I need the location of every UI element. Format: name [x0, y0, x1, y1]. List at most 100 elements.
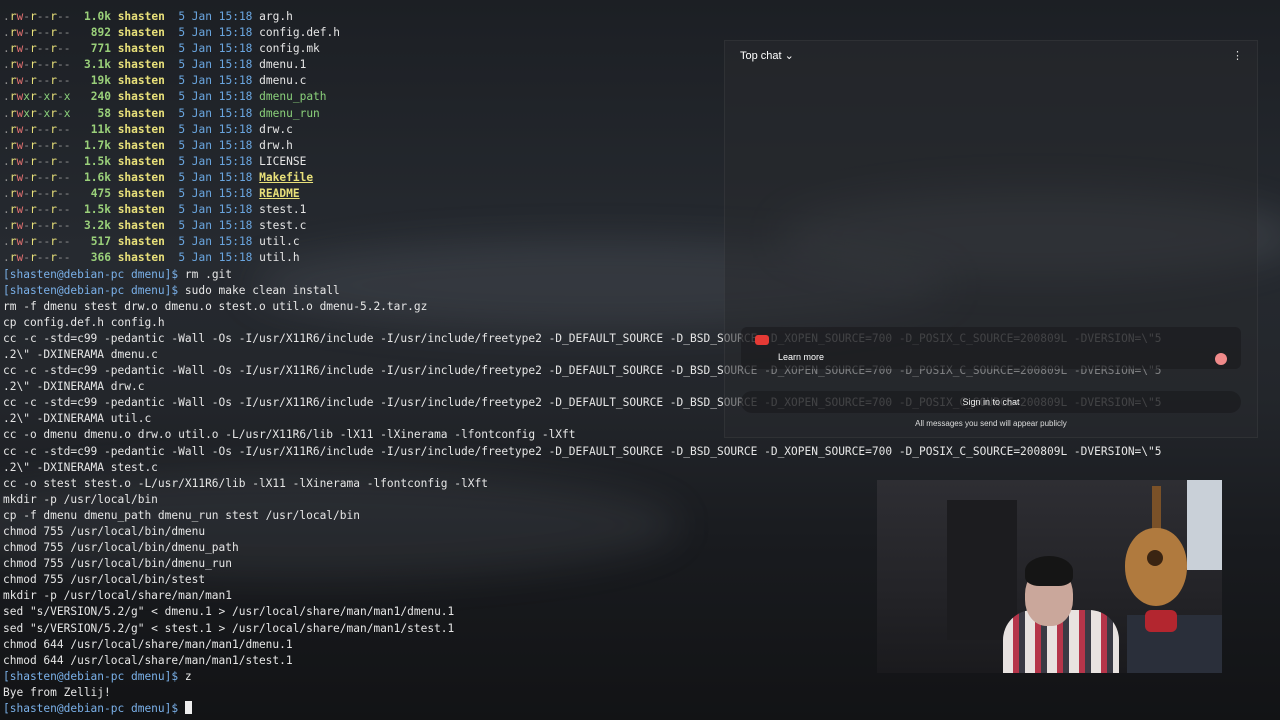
output-text: .2\" -DXINERAMA stest.c — [3, 460, 158, 474]
output-text: cc -c -std=c99 -pedantic -Wall -Os -I/us… — [3, 444, 1162, 458]
file-size: 19k — [77, 74, 111, 88]
file-size: 517 — [77, 235, 111, 249]
file-date: 5 Jan 15:18 — [171, 251, 253, 265]
output-text: cc -o dmenu dmenu.o drw.o util.o -L/usr/… — [3, 428, 576, 442]
file-name: stest.c — [259, 219, 307, 233]
file-name: util.h — [259, 251, 300, 265]
file-size: 475 — [77, 187, 111, 201]
file-name: README — [259, 187, 300, 201]
webcam-window — [1187, 480, 1222, 570]
file-size: 1.0k — [77, 10, 111, 23]
file-size: 11k — [77, 122, 111, 136]
file-date: 5 Jan 15:18 — [171, 90, 253, 104]
webcam-clutter-red — [1145, 610, 1177, 632]
listing-perm: .rw-r--r-- — [3, 26, 71, 40]
file-owner: shasten — [117, 122, 165, 136]
more-vert-icon[interactable]: ⋮ — [1232, 49, 1243, 62]
file-size: 1.5k — [77, 203, 111, 217]
public-notice: All messages you send will appear public… — [915, 419, 1067, 428]
file-owner: shasten — [117, 187, 165, 201]
file-owner: shasten — [117, 219, 165, 233]
output-text: chmod 755 /usr/local/bin/dmenu_path — [3, 541, 239, 555]
file-owner: shasten — [117, 203, 165, 217]
person-beanie — [1025, 556, 1073, 586]
output-text: mkdir -p /usr/local/bin — [3, 492, 158, 506]
guitar — [1125, 528, 1187, 606]
file-size: 1.7k — [77, 138, 111, 152]
file-name: drw.h — [259, 138, 293, 152]
output-text: rm -f dmenu stest drw.o dmenu.o stest.o … — [3, 299, 428, 313]
listing-perm: .rw-r--r-- — [3, 203, 71, 217]
output-text: sed "s/VERSION/5.2/g" < stest.1 > /usr/l… — [3, 621, 455, 635]
learn-more-link[interactable]: Learn more — [778, 352, 824, 362]
listing-perm: .rw-r--r-- — [3, 219, 71, 233]
command-text: z — [184, 669, 192, 683]
file-owner: shasten — [117, 90, 165, 104]
file-name: config.def.h — [259, 26, 340, 40]
file-owner: shasten — [117, 138, 165, 152]
listing-row: .rw-r--r-- 892 shasten 5 Jan 15:18 confi… — [3, 25, 1278, 41]
output-text: chmod 755 /usr/local/bin/dmenu — [3, 525, 206, 538]
file-size: 58 — [77, 106, 111, 120]
chat-notice: Learn more — [741, 327, 1241, 369]
file-owner: shasten — [117, 106, 165, 120]
file-date: 5 Jan 15:18 — [171, 170, 253, 184]
listing-perm: .rw-r--r-- — [3, 10, 71, 23]
sign-in-to-chat-button[interactable]: Sign in to chat — [741, 391, 1241, 413]
listing-perm: .rw-r--r-- — [3, 74, 71, 88]
command-text: sudo make clean install — [184, 283, 340, 297]
output-text: cp config.def.h config.h — [3, 315, 165, 329]
output-text: cc -o stest stest.o -L/usr/X11R6/lib -lX… — [3, 476, 488, 490]
listing-perm: .rwxr-xr-x — [3, 106, 71, 120]
file-name: LICENSE — [259, 154, 307, 168]
file-date: 5 Jan 15:18 — [171, 74, 253, 88]
file-name: stest.1 — [259, 203, 307, 217]
output-text: chmod 644 /usr/local/share/man/man1/dmen… — [3, 637, 293, 651]
command-text: rm .git — [184, 267, 233, 281]
listing-perm: .rw-r--r-- — [3, 235, 71, 249]
terminal-cursor[interactable] — [184, 701, 192, 715]
output-text: chmod 644 /usr/local/share/man/man1/stes… — [3, 653, 293, 667]
file-size: 1.6k — [77, 170, 111, 184]
shell-prompt: [shasten@debian-pc dmenu]$ — [3, 267, 179, 281]
live-chat-panel: Top chat ⌄ ⋮ Learn more Sign in to chat … — [724, 40, 1258, 438]
file-name: dmenu_run — [259, 106, 320, 120]
top-chat-dropdown[interactable]: Top chat ⌄ — [740, 49, 794, 62]
file-date: 5 Jan 15:18 — [171, 122, 253, 136]
output-text: mkdir -p /usr/local/share/man/man1 — [3, 589, 233, 603]
file-date: 5 Jan 15:18 — [171, 106, 253, 120]
listing-perm: .rw-r--r-- — [3, 251, 71, 265]
output-text: .2\" -DXINERAMA util.c — [3, 412, 152, 426]
file-date: 5 Jan 15:18 — [171, 42, 253, 56]
file-date: 5 Jan 15:18 — [171, 219, 253, 233]
listing-perm: .rw-r--r-- — [3, 122, 71, 136]
listing-row: .rw-r--r-- 1.0k shasten 5 Jan 15:18 arg.… — [3, 9, 1278, 25]
listing-perm: .rw-r--r-- — [3, 187, 71, 201]
file-name: drw.c — [259, 122, 293, 136]
shell-prompt: [shasten@debian-pc dmenu]$ — [3, 669, 179, 683]
file-date: 5 Jan 15:18 — [171, 203, 253, 217]
exit-message: Bye from Zellij! — [3, 685, 111, 699]
file-date: 5 Jan 15:18 — [171, 58, 253, 72]
guitar-neck — [1152, 486, 1161, 534]
file-size: 3.1k — [77, 58, 111, 72]
file-size: 240 — [77, 90, 111, 104]
listing-perm: .rw-r--r-- — [3, 42, 71, 56]
file-owner: shasten — [117, 26, 165, 40]
webcam-doorway — [947, 500, 1017, 640]
shell-prompt: [shasten@debian-pc dmenu]$ — [3, 283, 179, 297]
file-name: dmenu_path — [259, 90, 327, 104]
file-name: config.mk — [259, 42, 320, 56]
output-line: .2\" -DXINERAMA stest.c — [3, 460, 1278, 476]
file-size: 771 — [77, 42, 111, 56]
output-text: chmod 755 /usr/local/bin/stest — [3, 573, 206, 587]
output-text: sed "s/VERSION/5.2/g" < dmenu.1 > /usr/l… — [3, 605, 455, 619]
file-owner: shasten — [117, 42, 165, 56]
file-size: 1.5k — [77, 154, 111, 168]
heart-icon[interactable] — [1215, 353, 1227, 365]
file-date: 5 Jan 15:18 — [171, 26, 253, 40]
listing-perm: .rw-r--r-- — [3, 170, 71, 184]
file-owner: shasten — [117, 251, 165, 265]
output-line: Bye from Zellij! — [3, 685, 1278, 701]
file-owner: shasten — [117, 74, 165, 88]
